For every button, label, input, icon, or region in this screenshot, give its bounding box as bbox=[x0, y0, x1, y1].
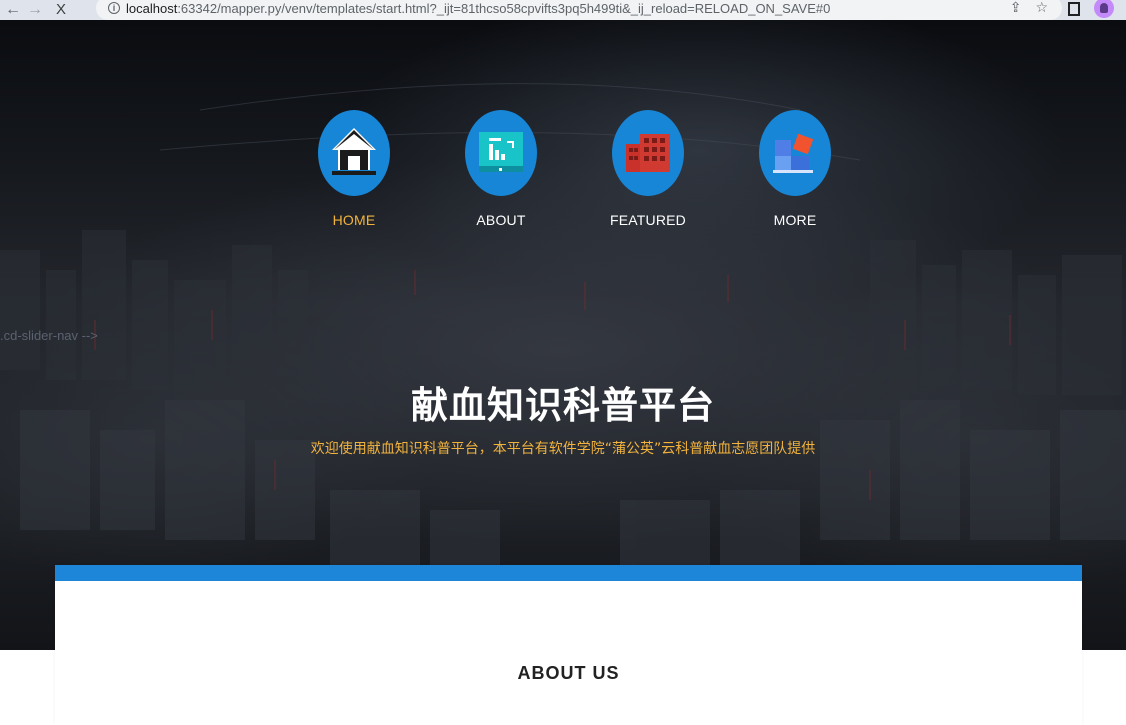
hero-title: 献血知识科普平台 bbox=[411, 384, 715, 427]
url-path: :63342/mapper.py/venv/templates/start.ht… bbox=[177, 0, 831, 16]
stray-comment-text: .cd-slider-nav --> bbox=[0, 328, 98, 343]
address-bar[interactable]: i localhost:63342/mapper.py/venv/templat… bbox=[96, 0, 1062, 20]
omnibox-actions: ⇪ ☆ bbox=[1010, 0, 1048, 16]
nav-circle-more bbox=[759, 110, 831, 196]
info-icon[interactable]: i bbox=[108, 2, 120, 14]
monitor-chart-icon bbox=[479, 132, 523, 172]
nav-circle-featured bbox=[612, 110, 684, 196]
nav-item-about[interactable]: ABOUT bbox=[441, 110, 561, 228]
home-icon bbox=[332, 128, 376, 175]
about-title: ABOUT US bbox=[517, 663, 620, 683]
nav-item-more[interactable]: MORE bbox=[735, 110, 855, 228]
nav-circle-home bbox=[318, 110, 390, 196]
slider-nav: HOME ABOUT FEATURED MORE bbox=[294, 110, 854, 240]
nav-item-home[interactable]: HOME bbox=[294, 110, 414, 228]
share-icon[interactable]: ⇪ bbox=[1010, 0, 1022, 16]
nav-label-more: MORE bbox=[773, 212, 817, 228]
stop-icon[interactable]: X bbox=[50, 0, 72, 20]
about-card: ABOUT US bbox=[55, 565, 1082, 725]
hero-section: HOME ABOUT FEATURED MORE .cd-slider-nav … bbox=[0, 20, 1126, 650]
building-icon bbox=[626, 134, 670, 172]
bookmark-star-icon[interactable]: ☆ bbox=[1035, 0, 1048, 16]
side-panel-icon[interactable] bbox=[1068, 2, 1080, 16]
hero-subtitle: 欢迎使用献血知识科普平台，本平台有软件学院“蒲公英”云科普献血志愿团队提供 bbox=[310, 441, 816, 457]
browser-toolbar: ← → X i localhost:63342/mapper.py/venv/t… bbox=[0, 0, 1126, 20]
blocks-icon bbox=[773, 133, 814, 173]
nav-label-home: HOME bbox=[332, 212, 376, 228]
back-arrow-icon[interactable]: ← bbox=[2, 0, 24, 20]
nav-item-featured[interactable]: FEATURED bbox=[588, 110, 708, 228]
nav-circle-about bbox=[465, 110, 537, 196]
forward-arrow-icon[interactable]: → bbox=[24, 0, 46, 20]
nav-label-featured: FEATURED bbox=[609, 212, 686, 228]
nav-label-about: ABOUT bbox=[476, 212, 526, 228]
profile-avatar[interactable] bbox=[1094, 0, 1114, 18]
url-host: localhost bbox=[126, 0, 178, 16]
